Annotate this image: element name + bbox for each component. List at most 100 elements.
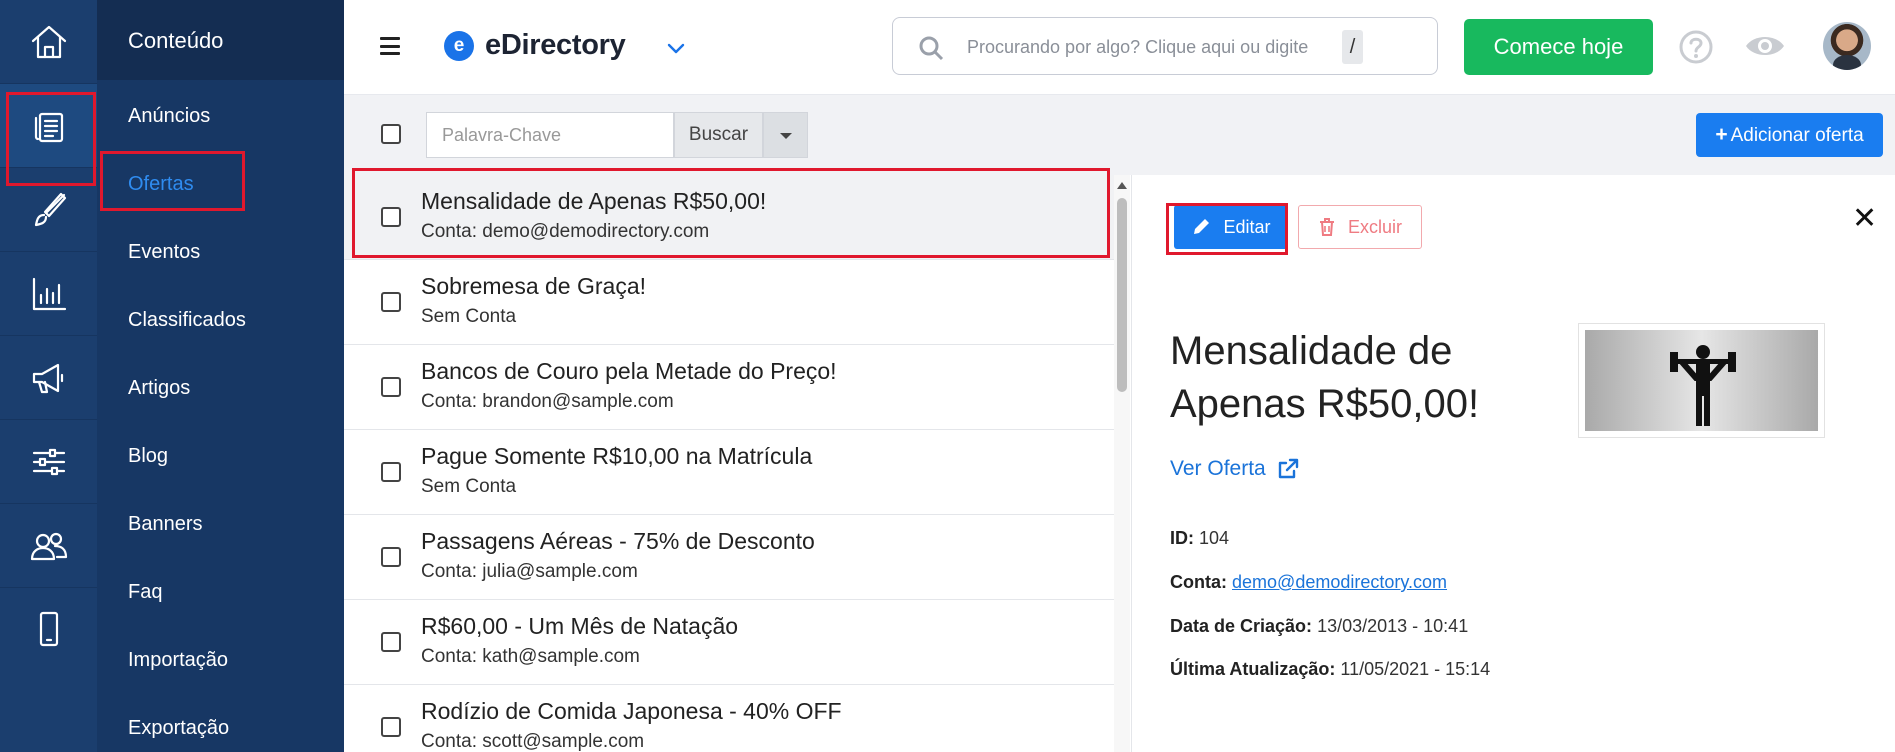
offer-list: Mensalidade de Apenas R$50,00! Conta: de… bbox=[344, 175, 1114, 752]
edit-button-label: Editar bbox=[1223, 216, 1271, 237]
design-brush-icon bbox=[34, 192, 66, 226]
delete-button-label: Excluir bbox=[1347, 216, 1402, 237]
user-avatar[interactable] bbox=[1823, 22, 1871, 70]
help-icon[interactable] bbox=[1678, 29, 1714, 65]
offer-account-email-link[interactable]: demo@demodirectory.com bbox=[1232, 572, 1447, 592]
search-options-dropdown[interactable] bbox=[763, 112, 808, 158]
offer-updated-label: Última Atualização: bbox=[1170, 659, 1336, 679]
offer-title: Mensalidade de Apenas R$50,00! bbox=[1170, 329, 1480, 426]
search-button[interactable]: Buscar bbox=[674, 112, 763, 158]
plus-icon: + bbox=[1715, 123, 1728, 146]
list-item-title: Passagens Aéreas - 75% de Desconto bbox=[421, 528, 815, 554]
row-checkbox[interactable] bbox=[381, 547, 401, 567]
rail-content[interactable] bbox=[0, 84, 97, 168]
list-toolbar: Buscar +Adicionar oferta bbox=[344, 95, 1895, 175]
list-item-account: Conta: demo@demodirectory.com bbox=[421, 221, 710, 242]
list-item[interactable]: Passagens Aéreas - 75% de Desconto Conta… bbox=[344, 515, 1114, 600]
row-checkbox[interactable] bbox=[381, 717, 401, 737]
list-item[interactable]: Rodízio de Comida Japonesa - 40% OFF Con… bbox=[344, 685, 1114, 752]
view-offer-link[interactable]: Ver Oferta bbox=[1170, 457, 1300, 481]
offer-created-value: 13/03/2013 - 10:41 bbox=[1317, 616, 1469, 636]
rail-settings[interactable] bbox=[0, 420, 97, 504]
users-icon bbox=[30, 532, 67, 560]
pencil-icon bbox=[1194, 219, 1210, 234]
list-scrollbar-thumb[interactable] bbox=[1117, 198, 1127, 392]
content-icon bbox=[34, 112, 63, 142]
subnav-item-ofertas[interactable]: Ofertas bbox=[128, 173, 194, 196]
search-icon bbox=[919, 36, 944, 61]
reports-chart-icon bbox=[32, 277, 66, 310]
delete-button[interactable]: Excluir bbox=[1298, 205, 1422, 249]
menu-toggle-icon[interactable] bbox=[380, 37, 400, 55]
brand-mark: e bbox=[444, 30, 474, 61]
search-shortcut-key: / bbox=[1342, 30, 1363, 64]
close-icon[interactable]: ✕ bbox=[1852, 201, 1877, 236]
global-search[interactable]: / bbox=[892, 17, 1438, 75]
list-item-account: Conta: kath@sample.com bbox=[421, 646, 640, 667]
eye-icon[interactable] bbox=[1744, 30, 1786, 62]
rail-mobile[interactable] bbox=[0, 588, 97, 752]
subnav-item-artigos[interactable]: Artigos bbox=[128, 377, 190, 400]
subnav-item-importacao[interactable]: Importação bbox=[128, 649, 228, 672]
list-item-account: Conta: scott@sample.com bbox=[421, 731, 645, 752]
chevron-down-icon[interactable] bbox=[666, 38, 686, 58]
subnav-item-banners[interactable]: Banners bbox=[128, 513, 203, 536]
offer-updated-field: Última Atualização: 11/05/2021 - 15:14 bbox=[1170, 655, 1510, 683]
view-offer-label: Ver Oferta bbox=[1170, 457, 1266, 480]
offer-id-value: 104 bbox=[1199, 528, 1230, 548]
list-item[interactable]: Pague Somente R$10,00 na Matrícula Sem C… bbox=[344, 430, 1114, 515]
scroll-up-arrow-icon[interactable] bbox=[1117, 182, 1127, 189]
list-item-title: Sobremesa de Graça! bbox=[421, 273, 647, 299]
subnav-item-eventos[interactable]: Eventos bbox=[128, 241, 200, 264]
add-offer-button[interactable]: + Adicionar oferta bbox=[1696, 113, 1883, 157]
offer-created-label: Data de Criação: bbox=[1170, 616, 1313, 636]
keyword-input[interactable] bbox=[426, 112, 674, 158]
row-checkbox[interactable] bbox=[381, 377, 401, 397]
mobile-icon bbox=[39, 611, 58, 647]
row-checkbox[interactable] bbox=[381, 207, 401, 227]
rail-promote[interactable] bbox=[0, 336, 97, 420]
list-item-title: Rodízio de Comida Japonesa - 40% OFF bbox=[421, 698, 842, 724]
brand-logo[interactable]: e eDirectory bbox=[444, 29, 626, 62]
edit-button[interactable]: Editar bbox=[1174, 205, 1288, 249]
top-bar: e eDirectory / Comece hoje bbox=[344, 0, 1895, 95]
settings-sliders-icon bbox=[32, 448, 65, 475]
brand-name: eDirectory bbox=[485, 29, 626, 61]
row-checkbox[interactable] bbox=[381, 462, 401, 482]
subnav-heading: Conteúdo bbox=[97, 0, 344, 80]
list-item[interactable]: R$60,00 - Um Mês de Natação Conta: kath@… bbox=[344, 600, 1114, 685]
subnav-item-blog[interactable]: Blog bbox=[128, 445, 168, 468]
select-all-checkbox[interactable] bbox=[381, 124, 401, 144]
offer-id-field: ID: 104 bbox=[1170, 524, 1229, 552]
subnav-item-anuncios[interactable]: Anúncios bbox=[128, 105, 210, 128]
rail-reports[interactable] bbox=[0, 252, 97, 336]
offer-account-label: Conta: bbox=[1170, 572, 1227, 592]
rail-home[interactable] bbox=[0, 0, 97, 84]
row-checkbox[interactable] bbox=[381, 632, 401, 652]
list-item-account: Sem Conta bbox=[421, 476, 517, 497]
start-today-button[interactable]: Comece hoje bbox=[1464, 19, 1653, 75]
rail-users[interactable] bbox=[0, 504, 97, 588]
list-item-account: Conta: brandon@sample.com bbox=[421, 391, 674, 412]
offer-created-field: Data de Criação: 13/03/2013 - 10:41 bbox=[1170, 612, 1468, 640]
offer-id-label: ID: bbox=[1170, 528, 1194, 548]
subnav-item-classificados[interactable]: Classificados bbox=[128, 309, 246, 332]
subnav-item-exportacao[interactable]: Exportação bbox=[128, 717, 229, 740]
list-item-title: R$60,00 - Um Mês de Natação bbox=[421, 613, 739, 639]
offer-account-field: Conta: demo@demodirectory.com bbox=[1170, 568, 1447, 596]
subnav-item-faq[interactable]: Faq bbox=[128, 581, 162, 604]
row-checkbox[interactable] bbox=[381, 292, 401, 312]
list-item[interactable]: Bancos de Couro pela Metade do Preço! Co… bbox=[344, 345, 1114, 430]
list-item[interactable]: Sobremesa de Graça! Sem Conta bbox=[344, 260, 1114, 345]
trash-icon bbox=[1319, 218, 1334, 236]
add-offer-label: Adicionar oferta bbox=[1730, 125, 1864, 146]
list-item-account: Sem Conta bbox=[421, 306, 517, 327]
external-link-icon bbox=[1278, 458, 1298, 479]
rail-design[interactable] bbox=[0, 168, 97, 252]
list-item[interactable]: Mensalidade de Apenas R$50,00! Conta: de… bbox=[344, 175, 1114, 260]
promote-megaphone-icon bbox=[32, 363, 63, 393]
global-search-input[interactable] bbox=[967, 32, 1367, 62]
list-item-title: Pague Somente R$10,00 na Matrícula bbox=[421, 443, 813, 469]
list-item-title: Bancos de Couro pela Metade do Preço! bbox=[421, 358, 837, 384]
offer-image bbox=[1578, 323, 1825, 438]
